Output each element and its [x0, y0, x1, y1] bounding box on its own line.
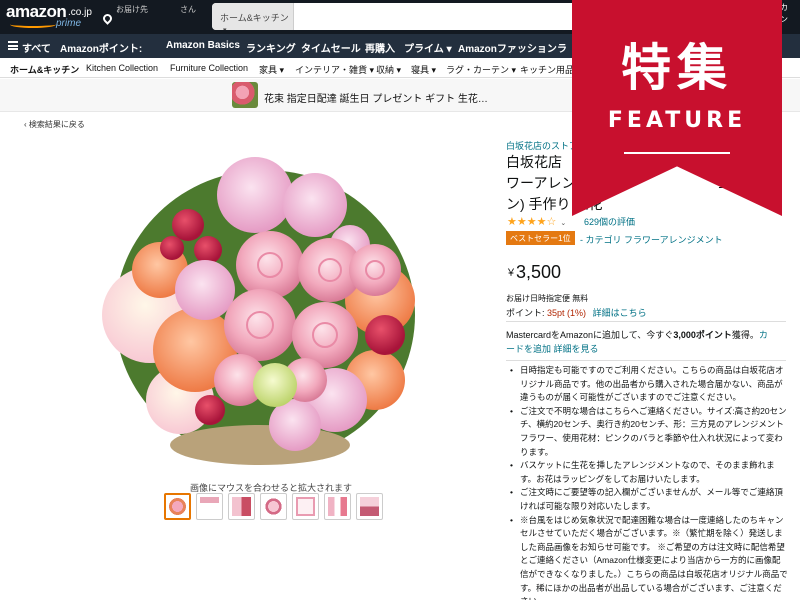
- subnav-item-kitchen-collection[interactable]: Kitchen Collection: [86, 63, 158, 73]
- add-card-link[interactable]: カ: [759, 330, 768, 340]
- chevron-down-icon: ⌄: [560, 219, 567, 227]
- points-info: ポイント: 35pt (1%) 詳細はこちら: [506, 306, 647, 319]
- thumbnail[interactable]: [292, 493, 319, 520]
- price-value: 3,500: [516, 262, 562, 282]
- page: amazon .co.jp prime お届け先 さん ホーム&キッチン▾ アカ…: [0, 0, 800, 600]
- subnav-item-home-kitchen[interactable]: ホーム&キッチン: [10, 63, 79, 76]
- feature-bullet: バスケットに生花を挿したアレンジメントなので、そのまま飾れます。お花はラッピング…: [510, 459, 788, 486]
- location-pin-icon: [101, 12, 114, 25]
- subnav-item-furniture-collection[interactable]: Furniture Collection: [170, 63, 248, 73]
- mastercard-points: 3,000ポイント: [673, 330, 732, 340]
- banner-thumbnail: [232, 82, 258, 108]
- nav-item-ranking[interactable]: ランキング: [246, 40, 296, 55]
- subnav-item-rugs[interactable]: ラグ・カーテン ▾: [446, 63, 516, 76]
- thumbnail[interactable]: [356, 493, 383, 520]
- thumbnail[interactable]: [324, 493, 351, 520]
- ribbon-title-jp: 特集: [621, 39, 733, 97]
- amazon-logo[interactable]: amazon .co.jp prime: [6, 2, 94, 32]
- thumbnail-strip: [164, 493, 384, 523]
- feature-bullet: ご注文時にご要望等の記入欄がございませんが、メール等でご連絡頂ければ可能な限り対…: [510, 486, 788, 513]
- thumbnail[interactable]: [228, 493, 255, 520]
- price-currency: ￥: [506, 268, 516, 279]
- nav-item-prime[interactable]: プライム ▾: [404, 40, 452, 55]
- points-label: ポイント:: [506, 308, 545, 318]
- mastercard-promo: MastercardをAmazonに追加して、今すぐ3,000ポイント獲得。カー…: [506, 330, 768, 354]
- nav-item-rebuy[interactable]: 再購入: [365, 40, 395, 55]
- logo-prime: prime: [56, 18, 82, 29]
- feature-bullet: ご注文で不明な場合はこちらへご連絡ください。サイズ:高さ約20センチ、横約20セ…: [510, 405, 788, 459]
- banner-text: 花束 指定日配達 誕生日 プレゼント ギフト 生花…: [264, 94, 488, 105]
- search-category-dropdown[interactable]: ホーム&キッチン ▾: [212, 3, 294, 30]
- price: ￥3,500: [506, 262, 561, 283]
- mastercard-details-link[interactable]: 詳細を見る: [554, 344, 599, 354]
- bestseller-badge: ベストセラー1位: [506, 231, 575, 245]
- points-value: 35pt (1%): [547, 308, 587, 318]
- divider: [506, 321, 786, 322]
- deliver-to[interactable]: お届け先 さん: [101, 4, 212, 30]
- store-link[interactable]: 白坂花店のストア: [506, 139, 578, 152]
- subnav-item-storage[interactable]: 収納 ▾: [376, 63, 401, 76]
- ribbon-title-en: FEATURE: [607, 108, 747, 133]
- logo-smile-icon: [10, 21, 56, 28]
- rating-stars[interactable]: ★★★★☆ ⌄: [507, 215, 566, 228]
- feature-bullet: ※台風をはじめ気象状況で配達困難な場合は一度連絡したのちキャンセルさせていただく…: [510, 514, 788, 600]
- deliver-name: さん: [180, 5, 196, 14]
- subnav-item-interior[interactable]: インテリア・雑貨 ▾: [295, 63, 374, 76]
- nav-item-timesale[interactable]: タイムセール: [301, 40, 361, 55]
- nav-item-all[interactable]: すべて: [22, 40, 51, 55]
- subnav-item-bedding[interactable]: 寝具 ▾: [411, 63, 436, 76]
- nav-item-more[interactable]: ラ: [557, 40, 567, 55]
- thumbnail[interactable]: [196, 493, 223, 520]
- review-count-link[interactable]: 629個の評価: [584, 215, 635, 228]
- caret-down-icon: ▾: [223, 27, 227, 30]
- product-main-image[interactable]: [90, 140, 440, 470]
- search-bar[interactable]: ホーム&キッチン ▾: [212, 3, 582, 30]
- feature-bullet: 日時指定も可能ですのでご利用ください。こちらの商品は白坂花店オリジナル商品です。…: [510, 364, 788, 405]
- delivery-info: お届け日時指定便 無料: [506, 294, 589, 303]
- hamburger-menu-icon[interactable]: [8, 41, 18, 50]
- points-details-link[interactable]: 詳細はこちら: [593, 308, 647, 318]
- nav-item-fashion[interactable]: Amazonファッション: [458, 40, 557, 55]
- search-category-label: ホーム&キッチン: [220, 13, 289, 23]
- logo-tld: .co.jp: [68, 7, 92, 18]
- subnav-item-kitchenware[interactable]: キッチン用品 ▾: [520, 63, 581, 76]
- mastercard-text: MastercardをAmazonに追加して、今すぐ: [506, 330, 674, 340]
- divider: [506, 360, 786, 361]
- ribbon-rule: [624, 152, 730, 154]
- thumbnail[interactable]: [260, 493, 287, 520]
- feature-bullets: 日時指定も可能ですのでご利用ください。こちらの商品は白坂花店オリジナル商品です。…: [510, 364, 788, 600]
- add-card-link-cont[interactable]: ードを追加: [506, 344, 551, 354]
- subnav-item-furniture[interactable]: 家具 ▾: [259, 63, 284, 76]
- bestseller-category-link[interactable]: - カテゴリ フラワーアレンジメント: [580, 233, 723, 246]
- nav-item-basics[interactable]: Amazon Basics: [166, 40, 240, 51]
- nav-item-points[interactable]: Amazonポイント:: [60, 40, 142, 55]
- back-to-results-link[interactable]: ‹ 検索結果に戻る: [24, 119, 85, 130]
- thumbnail[interactable]: [164, 493, 191, 520]
- deliver-label: お届け先: [116, 5, 148, 14]
